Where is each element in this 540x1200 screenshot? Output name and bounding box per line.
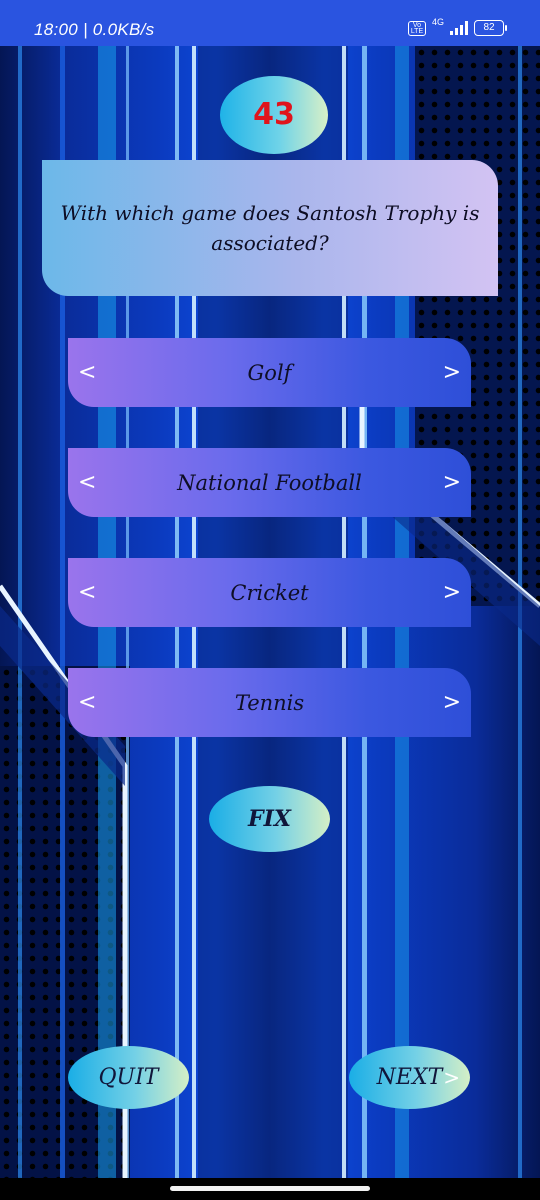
status-bar: 18:00 | 0.0KB/s Vo LTE 4G 82	[0, 0, 540, 46]
chevron-right-icon: >	[442, 359, 461, 385]
next-button[interactable]: NEXT >	[349, 1046, 470, 1109]
question-text: With which game does Santosh Trophy is a…	[60, 201, 480, 255]
answer-option-label: National Football	[177, 470, 362, 495]
status-time-speed: 18:00 | 0.0KB/s	[34, 20, 155, 39]
next-button-label: NEXT	[376, 1065, 443, 1090]
chevron-left-icon: <	[78, 689, 97, 715]
answer-option-2[interactable]: < National Football >	[68, 448, 471, 517]
answer-option-3[interactable]: < Cricket >	[68, 558, 471, 627]
home-gesture-handle[interactable]	[170, 1186, 370, 1191]
chevron-left-icon: <	[78, 359, 97, 385]
answer-option-label: Golf	[247, 360, 292, 385]
chevron-right-icon: >	[443, 1065, 460, 1090]
answer-option-label: Cricket	[230, 580, 309, 605]
volte-icon: Vo LTE	[407, 20, 426, 36]
quit-button-label: QUIT	[98, 1065, 159, 1090]
question-card: With which game does Santosh Trophy is a…	[42, 160, 498, 296]
status-icons: Vo LTE 4G 82	[407, 16, 507, 40]
chevron-left-icon: <	[78, 469, 97, 495]
answer-option-1[interactable]: < Golf >	[68, 338, 471, 407]
answer-option-label: Tennis	[234, 690, 305, 715]
chevron-right-icon: >	[442, 579, 461, 605]
chevron-right-icon: >	[442, 689, 461, 715]
battery-icon: 82	[474, 20, 507, 36]
chevron-left-icon: <	[78, 579, 97, 605]
chevron-right-icon: >	[442, 469, 461, 495]
network-type-label: 4G	[431, 17, 444, 27]
signal-strength-icon	[450, 21, 468, 35]
fix-button[interactable]: FIX	[209, 786, 330, 852]
answer-option-4[interactable]: < Tennis >	[68, 668, 471, 737]
quit-button[interactable]: QUIT	[68, 1046, 189, 1109]
fix-button-label: FIX	[248, 806, 291, 832]
question-number-badge: 43	[220, 76, 328, 154]
